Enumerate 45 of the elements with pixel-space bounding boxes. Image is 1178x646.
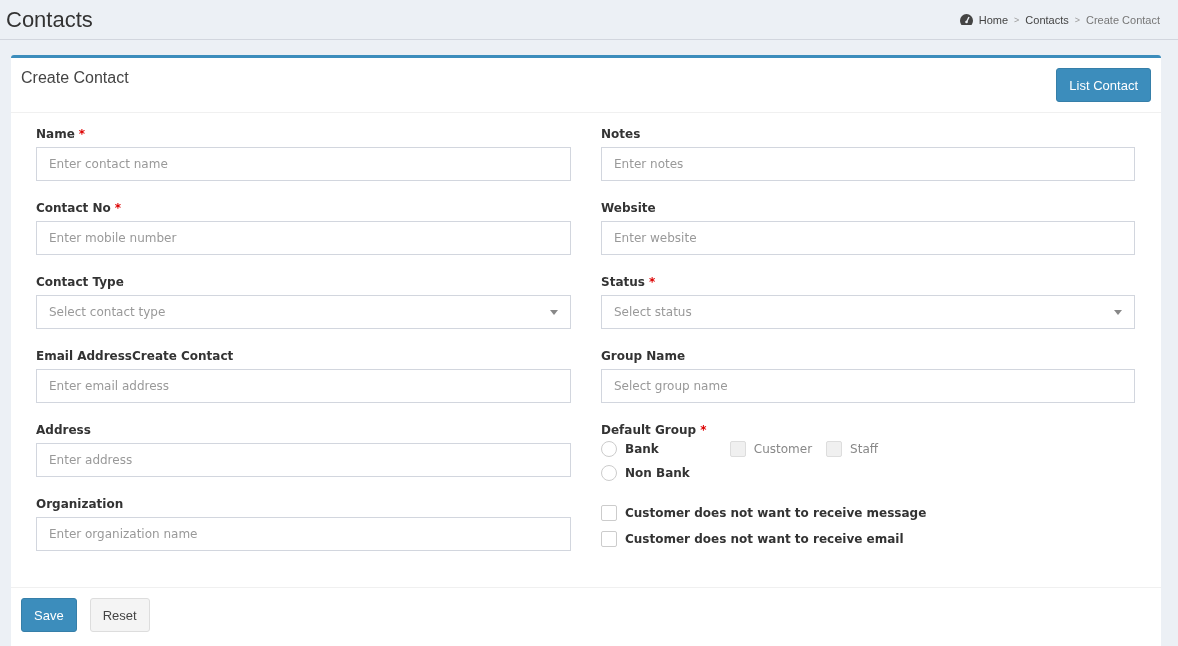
checkbox-label: Customer does not want to receive email [625,532,904,546]
required-mark: * [114,201,122,215]
field-label: Website [601,201,656,215]
breadcrumb-link[interactable]: Contacts [1025,13,1069,26]
checkbox-label: Staff [850,442,879,456]
field-label: Group Name [601,349,686,363]
radio-label: Bank [625,442,659,456]
checkbox[interactable] [601,531,617,547]
input-field[interactable]: Select group name [601,369,1135,403]
input-field[interactable]: Enter email address [36,369,571,403]
breadcrumb-separator: > [1014,14,1020,25]
reset-button[interactable]: Reset [89,598,150,632]
page-title: Contacts [6,6,93,33]
field-label: Contact Type [36,275,124,289]
breadcrumb-separator: > [1074,14,1080,25]
field-label: Default Group [601,423,697,437]
list-contact-button[interactable]: List Contact [1056,68,1151,102]
caret-icon [550,309,558,315]
breadcrumb-link[interactable]: Home [978,13,1009,26]
checkbox-label: Customer does not want to receive message [625,506,927,520]
input-field[interactable]: Enter organization name [36,517,571,551]
input-field[interactable]: Enter contact name [36,147,571,181]
select-field[interactable]: Select contact type [36,295,571,329]
dashboard-icon [959,14,973,25]
required-mark: * [648,275,656,289]
required-mark: * [700,423,707,437]
radio-label: Non Bank [625,466,690,480]
required-mark: * [78,127,86,141]
input-field[interactable]: Enter website [601,221,1135,255]
field-label: Name [36,127,75,141]
field-label: Notes [601,127,641,141]
checkbox-label: Customer [753,442,813,456]
field-label: Email AddressCreate Contact [36,349,234,363]
input-field[interactable]: Enter address [36,443,571,477]
checkbox[interactable] [601,505,617,521]
field-label: Contact No [36,201,111,215]
card-title: Create Contact [21,69,129,87]
field-label: Organization [36,497,124,511]
field-label: Status [601,275,645,289]
select-field[interactable]: Select status [601,295,1135,329]
caret-icon [1114,309,1122,315]
field-label: Address [36,423,91,437]
input-field[interactable]: Enter mobile number [36,221,571,255]
save-button[interactable]: Save [21,598,77,632]
input-field[interactable]: Enter notes [601,147,1135,181]
